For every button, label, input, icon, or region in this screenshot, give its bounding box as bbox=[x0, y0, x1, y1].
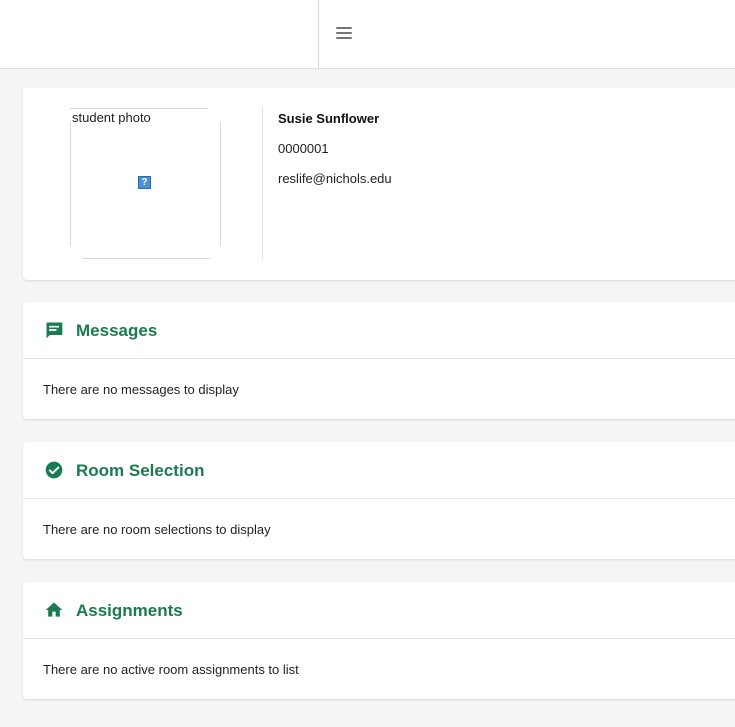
assignments-card: Assignments There are no active room ass… bbox=[23, 582, 735, 699]
broken-image-icon: ? bbox=[138, 176, 151, 189]
room-selection-header: Room Selection bbox=[23, 442, 735, 499]
assignments-header: Assignments bbox=[23, 582, 735, 639]
student-name: Susie Sunflower bbox=[278, 111, 380, 126]
messages-title: Messages bbox=[76, 321, 158, 340]
home-icon bbox=[45, 602, 63, 617]
message-icon bbox=[46, 322, 63, 339]
top-bar-brand-area bbox=[0, 0, 319, 68]
student-info: Susie Sunflower 0000001 reslife@nichols.… bbox=[278, 111, 392, 187]
messages-card: Messages There are no messages to displa… bbox=[23, 302, 735, 419]
student-email: reslife@nichols.edu bbox=[278, 171, 392, 186]
student-profile-card: student photo ? Susie Sunflower 0000001 … bbox=[23, 88, 735, 280]
room-selection-card: Room Selection There are no room selecti… bbox=[23, 442, 735, 559]
assignments-title: Assignments bbox=[76, 601, 183, 620]
top-bar bbox=[0, 0, 735, 69]
assignments-empty-text: There are no active room assignments to … bbox=[43, 662, 299, 677]
hamburger-menu-icon[interactable] bbox=[334, 24, 354, 44]
check-circle-icon bbox=[45, 461, 63, 479]
student-photo: student photo ? bbox=[70, 108, 222, 259]
student-photo-alt-text: student photo bbox=[72, 110, 151, 125]
messages-empty-text: There are no messages to display bbox=[43, 382, 239, 397]
messages-header: Messages bbox=[23, 302, 735, 359]
student-id: 0000001 bbox=[278, 141, 329, 156]
profile-divider bbox=[262, 107, 263, 260]
room-selection-empty-text: There are no room selections to display bbox=[43, 522, 271, 537]
room-selection-title: Room Selection bbox=[76, 461, 205, 480]
